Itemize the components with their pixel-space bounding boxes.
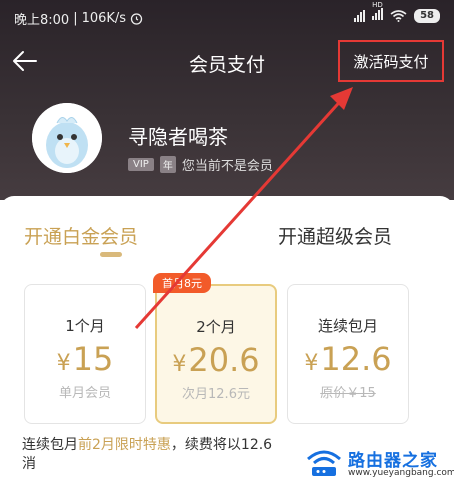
watermark-url: www.yueyangbang.com xyxy=(348,468,454,478)
watermark: 路由器之家 www.yueyangbang.com xyxy=(298,441,454,485)
plan-name: 1个月 xyxy=(65,317,105,335)
alarm-icon xyxy=(130,13,143,25)
header: 晚上8:00 | 106K/s HD 58 会员支付 激活码支付 寻隐者喝茶 V… xyxy=(0,0,454,200)
plan-card-1-month[interactable]: 1个月 ¥15 单月会员 xyxy=(24,284,146,424)
membership-status: VIP 年 您当前不是会员 xyxy=(128,155,273,174)
promo-badge: 首月8元 xyxy=(153,273,211,293)
bird-avatar-icon xyxy=(32,103,102,173)
signal-icon xyxy=(354,10,366,22)
renewal-note: 连续包月前2月限时特惠，续费将以12.6 消 xyxy=(22,437,273,472)
status-speed: 106K/s xyxy=(81,11,127,26)
status-time: 晚上8:00 xyxy=(14,13,70,28)
membership-status-text: 您当前不是会员 xyxy=(181,159,273,174)
username: 寻隐者喝茶 xyxy=(128,125,228,149)
tab-platinum[interactable]: 开通白金会员 xyxy=(24,222,138,249)
year-tag: 年 xyxy=(159,156,176,173)
plan-price: ¥20.6 xyxy=(172,341,260,379)
router-logo-icon xyxy=(307,450,341,476)
plan-price: ¥12.6 xyxy=(304,340,392,378)
hd-label: HD xyxy=(372,1,383,9)
promo-highlight: 前2月限时特惠 xyxy=(78,437,171,453)
status-bar: 晚上8:00 | 106K/s HD 58 xyxy=(0,0,454,34)
plan-subtext: 次月12.6元 xyxy=(182,387,250,402)
plan-original-price: 原价￥15 xyxy=(320,386,376,401)
avatar[interactable] xyxy=(32,103,102,173)
plan-card-auto-renew[interactable]: 连续包月 ¥12.6 原价￥15 xyxy=(287,284,409,424)
active-tab-indicator xyxy=(100,252,122,257)
plan-card-2-months[interactable]: 2个月 ¥20.6 次月12.6元 xyxy=(155,284,277,424)
activation-code-pay-button[interactable]: 激活码支付 xyxy=(338,40,444,82)
wifi-icon xyxy=(390,10,407,22)
plan-subtext: 单月会员 xyxy=(58,386,111,401)
plan-name: 2个月 xyxy=(196,318,236,336)
plan-name: 连续包月 xyxy=(317,317,378,335)
signal-hd-icon xyxy=(372,8,384,20)
vip-tag: VIP xyxy=(128,158,154,171)
plan-price: ¥15 xyxy=(56,340,114,378)
tab-super[interactable]: 开通超级会员 xyxy=(278,222,392,249)
battery-indicator: 58 xyxy=(414,9,440,23)
